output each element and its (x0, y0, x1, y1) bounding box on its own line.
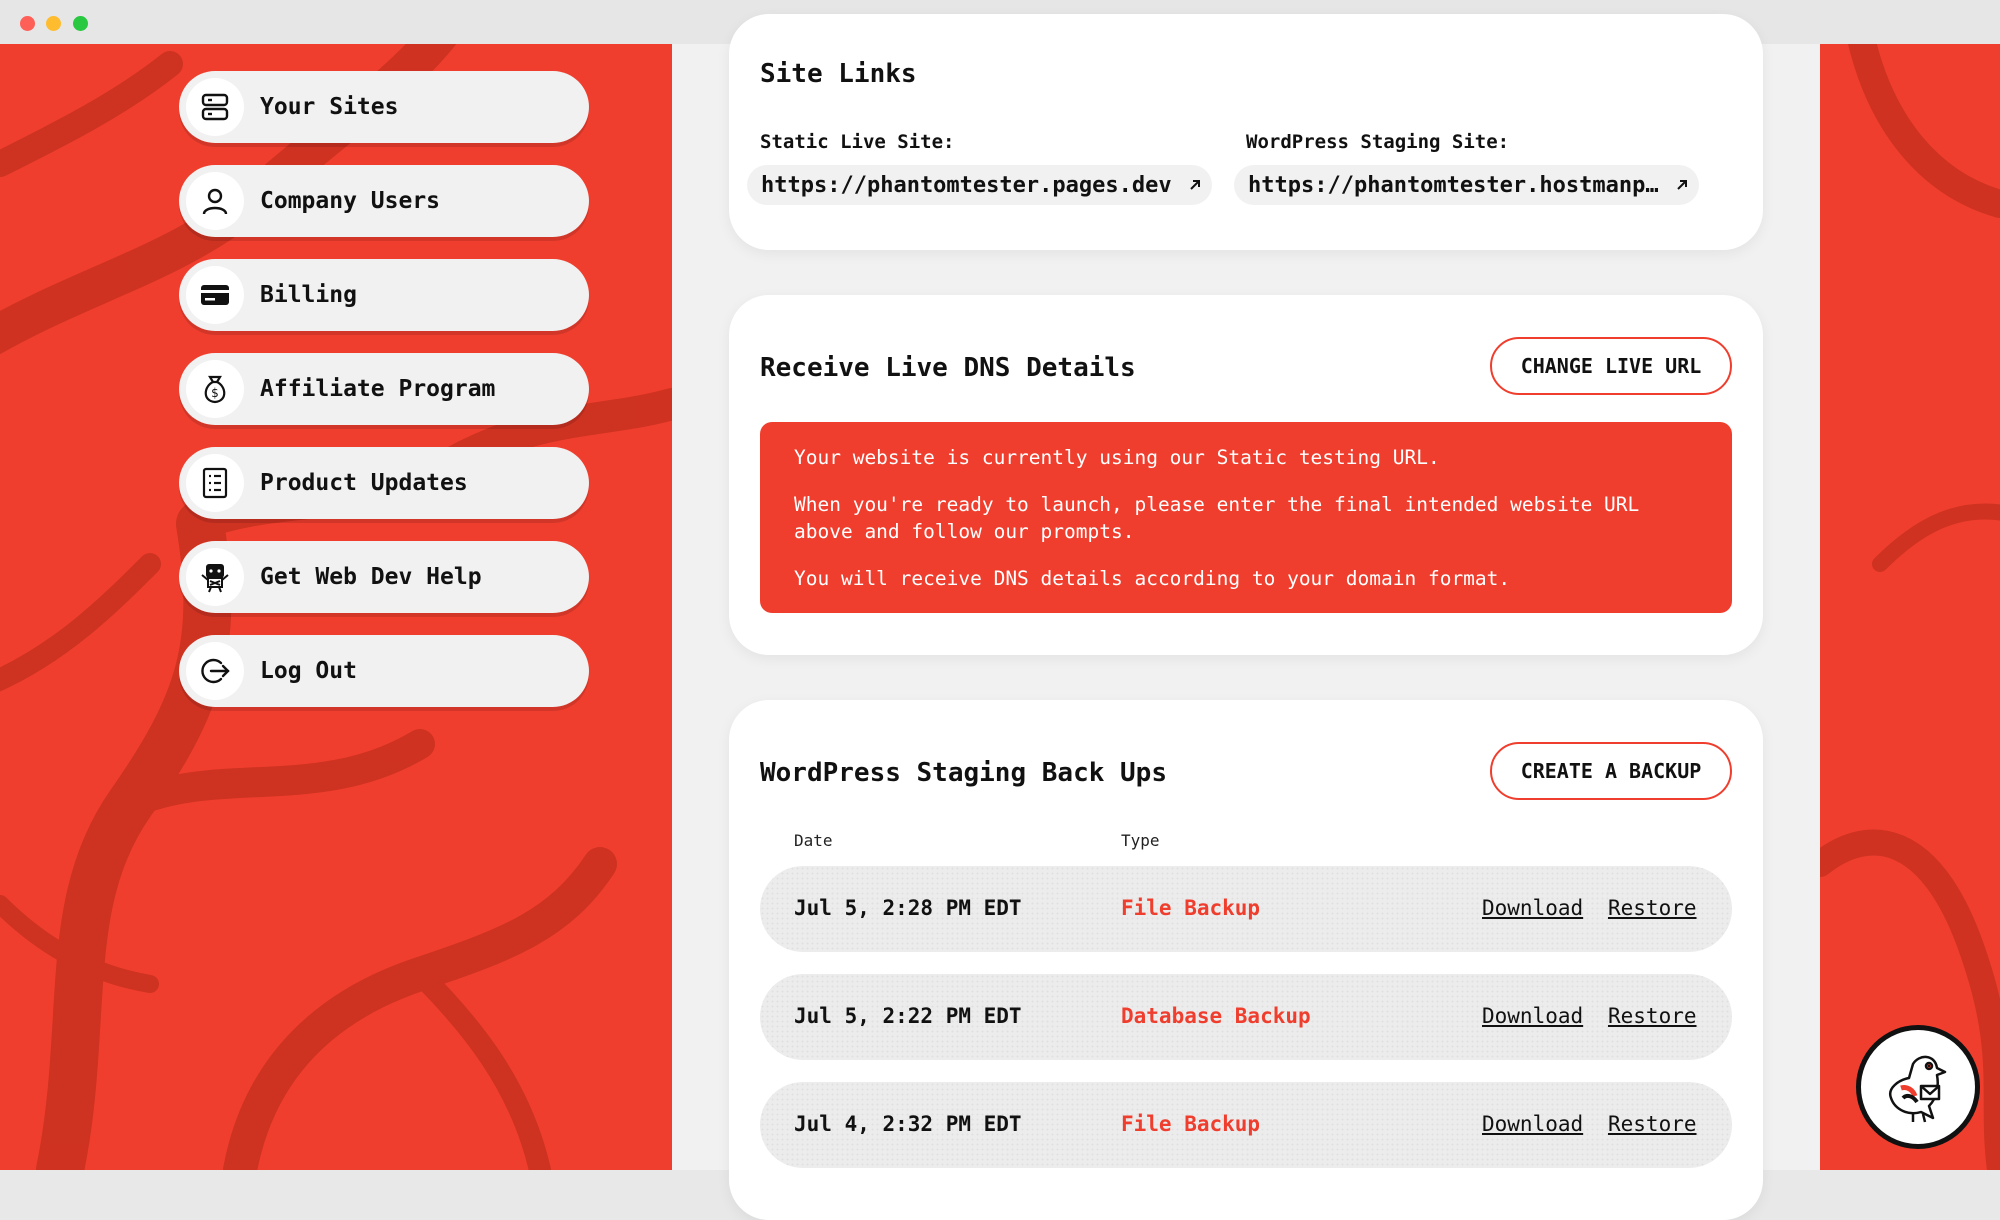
maximize-window-button[interactable] (73, 16, 88, 31)
robot-icon (186, 548, 244, 606)
staging-backups-card: WordPress Staging Back Ups CREATE A BACK… (729, 700, 1763, 1220)
sidebar-item-label: Product Updates (260, 470, 468, 496)
logout-icon (186, 642, 244, 700)
sidebar-item-label: Your Sites (260, 94, 399, 120)
support-chat-button[interactable] (1856, 1025, 1980, 1149)
backup-type: Database Backup (1121, 1004, 1311, 1028)
static-live-site-label: Static Live Site: (760, 131, 955, 153)
sidebar-item-your-sites[interactable]: Your Sites (179, 71, 589, 143)
server-icon (186, 78, 244, 136)
backup-type: File Backup (1121, 896, 1261, 920)
change-live-url-button[interactable]: CHANGE LIVE URL (1490, 337, 1732, 395)
card-title: Site Links (760, 59, 917, 89)
create-backup-button[interactable]: CREATE A BACKUP (1490, 742, 1732, 800)
download-link[interactable]: Download (1482, 896, 1583, 920)
column-header-date: Date (794, 831, 833, 850)
table-row: Jul 5, 2:22 PM EDT Database Backup Downl… (760, 974, 1732, 1060)
sidebar-item-log-out[interactable]: Log Out (179, 635, 589, 707)
minimize-window-button[interactable] (46, 16, 61, 31)
sidebar-item-billing[interactable]: Billing (179, 259, 589, 331)
right-background (1820, 44, 2000, 1170)
table-row: Jul 4, 2:32 PM EDT File Backup Download … (760, 1082, 1732, 1168)
alert-message: Your website is currently using our Stat… (794, 446, 1440, 469)
download-link[interactable]: Download (1482, 1004, 1583, 1028)
backup-date: Jul 5, 2:28 PM EDT (794, 896, 1022, 920)
money-bag-icon: $ (186, 360, 244, 418)
static-live-site-url: https://phantomtester.pages.dev (761, 172, 1172, 198)
sidebar-item-label: Get Web Dev Help (260, 564, 482, 590)
external-link-icon (1190, 180, 1200, 190)
card-title: WordPress Staging Back Ups (760, 758, 1167, 788)
restore-link[interactable]: Restore (1608, 1112, 1697, 1136)
sidebar-item-label: Affiliate Program (260, 376, 496, 402)
credit-card-icon (186, 266, 244, 324)
sidebar-item-label: Billing (260, 282, 357, 308)
wordpress-staging-site-url: https://phantomtester.hostmanp… (1248, 172, 1659, 198)
alert-message: You will receive DNS details according t… (794, 567, 1511, 590)
static-live-site-link[interactable]: https://phantomtester.pages.dev (747, 165, 1212, 205)
table-row: Jul 5, 2:28 PM EDT File Backup Download … (760, 866, 1732, 952)
restore-link[interactable]: Restore (1608, 1004, 1697, 1028)
user-icon (186, 172, 244, 230)
column-header-type: Type (1121, 831, 1160, 850)
download-link[interactable]: Download (1482, 1112, 1583, 1136)
sidebar-item-label: Log Out (260, 658, 357, 684)
backup-type: File Backup (1121, 1112, 1261, 1136)
dns-info-alert: Your website is currently using our Stat… (760, 422, 1732, 613)
restore-link[interactable]: Restore (1608, 896, 1697, 920)
dns-details-card: Receive Live DNS Details CHANGE LIVE URL… (729, 295, 1763, 655)
wordpress-staging-site-link[interactable]: https://phantomtester.hostmanp… (1234, 165, 1699, 205)
sidebar-item-company-users[interactable]: Company Users (179, 165, 589, 237)
backup-date: Jul 5, 2:22 PM EDT (794, 1004, 1022, 1028)
site-links-card: Site Links Static Live Site: https://pha… (729, 14, 1763, 250)
svg-text:$: $ (211, 386, 219, 400)
backup-date: Jul 4, 2:32 PM EDT (794, 1112, 1022, 1136)
sidebar-item-label: Company Users (260, 188, 441, 214)
alert-message: When you're ready to launch, please ente… (794, 493, 1640, 543)
pigeon-mascot-icon (1888, 1055, 1947, 1123)
card-title: Receive Live DNS Details (760, 353, 1136, 383)
external-link-icon (1677, 180, 1687, 190)
wordpress-staging-site-label: WordPress Staging Site: (1246, 131, 1510, 153)
sidebar-item-product-updates[interactable]: Product Updates (179, 447, 589, 519)
document-list-icon (186, 454, 244, 512)
close-window-button[interactable] (20, 16, 35, 31)
sidebar-item-web-dev-help[interactable]: Get Web Dev Help (179, 541, 589, 613)
branch-decoration-right (1820, 44, 2000, 1170)
sidebar-item-affiliate-program[interactable]: $ Affiliate Program (179, 353, 589, 425)
